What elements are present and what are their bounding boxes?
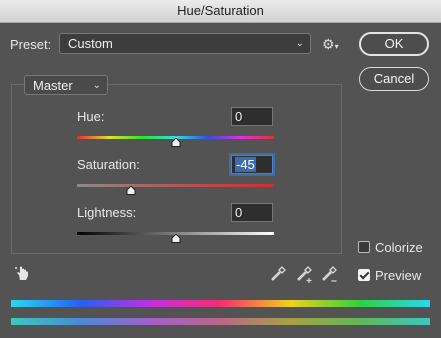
- eyedropper-subtract-icon[interactable]: [321, 266, 339, 284]
- preview-label[interactable]: Preview: [375, 268, 421, 283]
- eyedropper-icon[interactable]: [270, 266, 286, 282]
- lightness-label: Lightness:: [77, 205, 137, 220]
- chevron-down-icon: ⌄: [295, 38, 304, 49]
- cancel-button[interactable]: Cancel: [359, 67, 429, 91]
- hue-label: Hue:: [77, 109, 105, 124]
- lightness-field[interactable]: 0: [231, 203, 273, 222]
- hue-slider-thumb[interactable]: [171, 138, 181, 147]
- saturation-field[interactable]: -45: [231, 155, 273, 174]
- channel-value: Master: [33, 78, 73, 93]
- lightness-slider-thumb[interactable]: [171, 234, 181, 243]
- saturation-slider-thumb[interactable]: [126, 186, 136, 195]
- gear-icon[interactable]: ⚙▾: [322, 36, 340, 52]
- adjustment-group: [11, 84, 342, 254]
- hand-adjust-icon[interactable]: [14, 264, 32, 282]
- input-color-bar: [11, 300, 430, 307]
- output-color-bar: [11, 318, 430, 325]
- preset-label: Preset:: [10, 37, 52, 52]
- ok-button[interactable]: OK: [359, 32, 429, 56]
- preview-checkbox[interactable]: [358, 269, 370, 281]
- preset-value: Custom: [68, 36, 113, 51]
- preset-select[interactable]: Custom ⌄: [59, 33, 311, 54]
- colorize-checkbox[interactable]: [358, 241, 370, 253]
- channel-select[interactable]: Master ⌄: [24, 75, 108, 95]
- window-title: Hue/Saturation: [0, 0, 441, 23]
- saturation-value: -45: [235, 157, 256, 172]
- colorize-label[interactable]: Colorize: [375, 240, 423, 255]
- chevron-down-icon: ⌄: [92, 80, 101, 91]
- saturation-label: Saturation:: [77, 157, 140, 172]
- hue-field[interactable]: 0: [231, 107, 273, 126]
- eyedropper-add-icon[interactable]: [296, 266, 314, 284]
- saturation-slider-track[interactable]: [77, 184, 274, 187]
